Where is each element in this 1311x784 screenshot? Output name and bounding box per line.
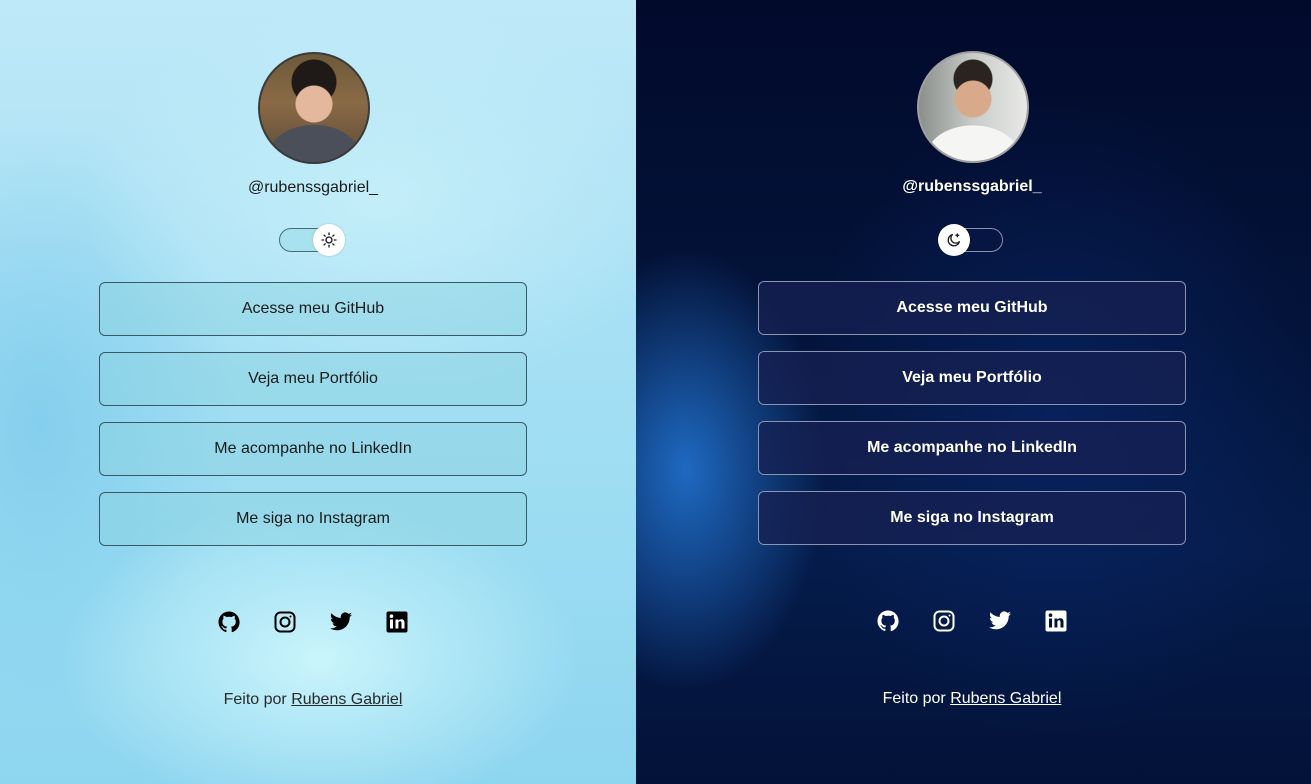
linkedin-link-button[interactable]: Me acompanhe no LinkedIn: [758, 421, 1186, 475]
footer: Feito por Rubens Gabriel: [113, 691, 513, 709]
github-link-button[interactable]: Acesse meu GitHub: [758, 281, 1186, 335]
author-link[interactable]: Rubens Gabriel: [291, 691, 402, 708]
social-icons: [876, 609, 1076, 633]
sun-icon: [321, 232, 337, 248]
author-link[interactable]: Rubens Gabriel: [950, 690, 1061, 707]
portfolio-link-button[interactable]: Veja meu Portfólio: [99, 352, 527, 406]
social-icons: [217, 610, 417, 634]
dark-theme-panel: @rubenssgabriel_ Acesse meu GitHub Veja …: [636, 0, 1311, 784]
avatar: [258, 52, 370, 164]
portfolio-link-button[interactable]: Veja meu Portfólio: [758, 351, 1186, 405]
theme-toggle[interactable]: [938, 224, 1003, 256]
instagram-icon[interactable]: [932, 609, 956, 633]
instagram-icon[interactable]: [273, 610, 297, 634]
footer-prefix: Feito por: [223, 691, 287, 708]
linkedin-icon[interactable]: [1044, 609, 1068, 633]
moon-icon: [947, 233, 960, 247]
footer: Feito por Rubens Gabriel: [772, 690, 1172, 708]
linkedin-icon[interactable]: [385, 610, 409, 634]
linkedin-link-button[interactable]: Me acompanhe no LinkedIn: [99, 422, 527, 476]
twitter-icon[interactable]: [329, 610, 353, 634]
github-link-button[interactable]: Acesse meu GitHub: [99, 282, 527, 336]
username: @rubenssgabriel_: [902, 178, 1042, 195]
username: @rubenssgabriel_: [247, 179, 379, 196]
instagram-link-button[interactable]: Me siga no Instagram: [99, 492, 527, 546]
github-icon[interactable]: [217, 610, 241, 634]
theme-toggle[interactable]: [279, 224, 345, 256]
footer-prefix: Feito por: [882, 690, 946, 707]
github-icon[interactable]: [876, 609, 900, 633]
instagram-link-button[interactable]: Me siga no Instagram: [758, 491, 1186, 545]
avatar: [917, 51, 1029, 163]
toggle-knob[interactable]: [313, 224, 345, 256]
twitter-icon[interactable]: [988, 609, 1012, 633]
toggle-knob[interactable]: [938, 224, 970, 256]
light-theme-panel: @rubenssgabriel_ Acesse meu GitHub Veja …: [0, 0, 636, 784]
